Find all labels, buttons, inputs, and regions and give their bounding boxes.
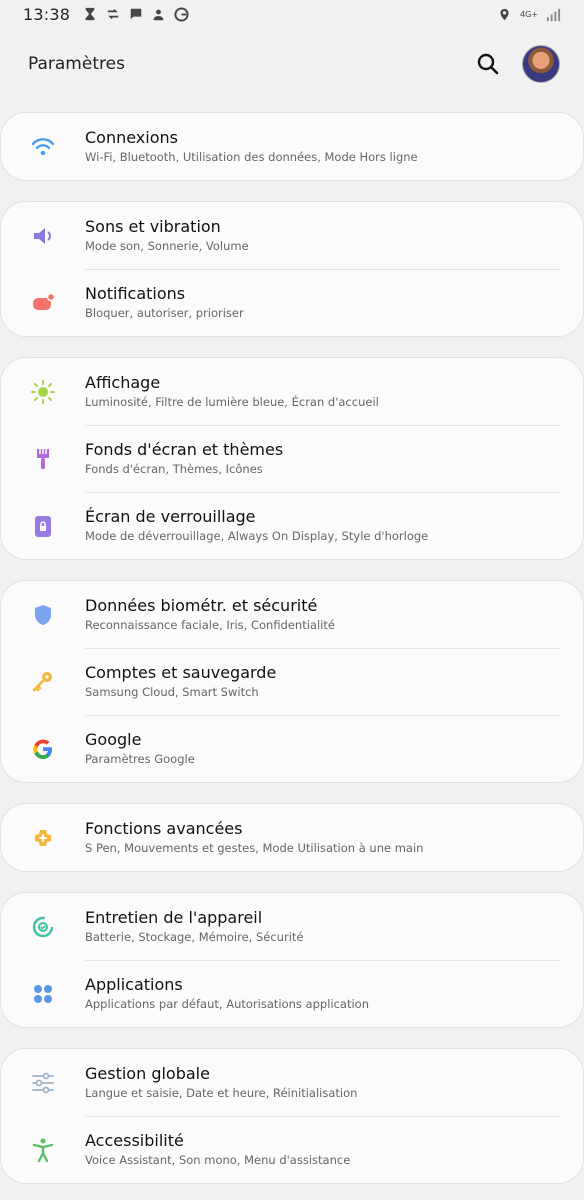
settings-item-subtitle: Luminosité, Filtre de lumière bleue, Écr… xyxy=(85,395,379,409)
settings-item-subtitle: Fonds d'écran, Thèmes, Icônes xyxy=(85,462,263,476)
settings-item-comptes-et-sauvegarde[interactable]: Comptes et sauvegarde Samsung Cloud, Smar… xyxy=(1,648,583,715)
volume-icon xyxy=(1,223,85,249)
settings-item-text: Sons et vibration Mode son, Sonnerie, Vol… xyxy=(85,217,249,254)
network-type: 4G+ xyxy=(520,9,538,19)
settings-item-text: Fonctions avancées S Pen, Mouvements et g… xyxy=(85,819,423,856)
settings-item-applications[interactable]: Applications Applications par défaut, Aut… xyxy=(1,960,583,1027)
settings-item-text: Affichage Luminosité, Filtre de lumière b… xyxy=(85,373,379,410)
settings-item-connexions[interactable]: Connexions Wi-Fi, Bluetooth, Utilisation … xyxy=(1,113,583,180)
app-header: Paramètres xyxy=(0,32,584,96)
settings-item-subtitle: Batterie, Stockage, Mémoire, Sécurité xyxy=(85,930,304,944)
settings-item-fonctions-avancees[interactable]: Fonctions avancées S Pen, Mouvements et g… xyxy=(1,804,583,871)
settings-item-title: Écran de verrouillage xyxy=(85,507,256,526)
settings-item-text: Applications Applications par défaut, Aut… xyxy=(85,975,369,1012)
sync-icon xyxy=(105,7,120,22)
settings-item-google[interactable]: Google Paramètres Google xyxy=(1,715,583,782)
settings-item-text: Accessibilité Voice Assistant, Son mono, … xyxy=(85,1131,350,1168)
settings-item-title: Accessibilité xyxy=(85,1131,184,1150)
settings-group: Sons et vibration Mode son, Sonnerie, Vol… xyxy=(0,201,584,337)
wifi-icon xyxy=(1,134,85,160)
settings-item-title: Fonds d'écran et thèmes xyxy=(85,440,284,459)
settings-item-title: Google xyxy=(85,730,142,749)
settings-item-subtitle: Reconnaissance faciale, Iris, Confidenti… xyxy=(85,618,335,632)
settings-item-text: Fonds d'écran et thèmes Fonds d'écran, Th… xyxy=(85,440,283,477)
search-icon[interactable] xyxy=(476,52,500,76)
settings-item-text: Gestion globale Langue et saisie, Date et… xyxy=(85,1064,357,1101)
status-bar: 13:38 4G+ xyxy=(0,0,584,28)
settings-item-title: Comptes et sauvegarde xyxy=(85,663,277,682)
settings-item-title: Connexions xyxy=(85,128,178,147)
settings-item-text: Google Paramètres Google xyxy=(85,730,195,767)
apps-icon xyxy=(1,981,85,1007)
settings-item-title: Affichage xyxy=(85,373,161,392)
settings-item-subtitle: Applications par défaut, Autorisations a… xyxy=(85,997,369,1011)
settings-item-subtitle: Langue et saisie, Date et heure, Réiniti… xyxy=(85,1086,358,1100)
sliders-icon xyxy=(1,1070,85,1096)
settings-group: Fonctions avancées S Pen, Mouvements et g… xyxy=(0,803,584,872)
settings-item-title: Entretien de l'appareil xyxy=(85,908,263,927)
signal-icon xyxy=(546,7,561,22)
gear-plus-icon xyxy=(1,825,85,851)
settings-group: Affichage Luminosité, Filtre de lumière b… xyxy=(0,357,584,560)
settings-item-gestion-globale[interactable]: Gestion globale Langue et saisie, Date et… xyxy=(1,1049,583,1116)
settings-item-title: Notifications xyxy=(85,284,186,303)
settings-item-text: Notifications Bloquer, autoriser, prioris… xyxy=(85,284,244,321)
accessibility-icon xyxy=(1,1137,85,1163)
hourglass-icon xyxy=(82,7,97,22)
settings-group: Entretien de l'appareil Batterie, Stockag… xyxy=(0,892,584,1028)
settings-item-entretien-de-l-appareil[interactable]: Entretien de l'appareil Batterie, Stockag… xyxy=(1,893,583,960)
settings-group: Connexions Wi-Fi, Bluetooth, Utilisation … xyxy=(0,112,584,181)
settings-item-title: Sons et vibration xyxy=(85,217,221,236)
brightness-icon xyxy=(1,379,85,405)
person-icon xyxy=(151,7,166,22)
shield-icon xyxy=(1,602,85,628)
paintbrush-icon xyxy=(1,446,85,472)
settings-item-subtitle: Wi-Fi, Bluetooth, Utilisation des donnée… xyxy=(85,150,418,164)
settings-item-subtitle: S Pen, Mouvements et gestes, Mode Utilis… xyxy=(85,841,424,855)
settings-item-subtitle: Mode de déverrouillage, Always On Displa… xyxy=(85,529,429,543)
device-care-icon xyxy=(1,914,85,940)
avatar[interactable] xyxy=(522,45,560,83)
status-time: 13:38 xyxy=(23,4,71,24)
settings-item-donnees-biometr-et-securite[interactable]: Données biométr. et sécurité Reconnaissan… xyxy=(1,581,583,648)
settings-item-title: Applications xyxy=(85,975,183,994)
app-g-icon xyxy=(174,6,189,22)
key-icon xyxy=(1,669,85,695)
message-icon xyxy=(128,7,143,22)
page-title: Paramètres xyxy=(28,54,125,74)
settings-item-subtitle: Mode son, Sonnerie, Volume xyxy=(85,239,249,253)
settings-item-subtitle: Voice Assistant, Son mono, Menu d'assist… xyxy=(85,1153,351,1167)
location-icon xyxy=(497,7,512,22)
notification-icon xyxy=(1,290,85,316)
settings-item-sons-et-vibration[interactable]: Sons et vibration Mode son, Sonnerie, Vol… xyxy=(1,202,583,269)
settings-item-text: Écran de verrouillage Mode de déverrouill… xyxy=(85,507,428,544)
settings-item-title: Gestion globale xyxy=(85,1064,210,1083)
settings-item-subtitle: Samsung Cloud, Smart Switch xyxy=(85,685,259,699)
settings-item-subtitle: Bloquer, autoriser, prioriser xyxy=(85,306,244,320)
settings-item-text: Connexions Wi-Fi, Bluetooth, Utilisation … xyxy=(85,128,418,165)
settings-item-notifications[interactable]: Notifications Bloquer, autoriser, prioris… xyxy=(1,269,583,336)
settings-item-text: Entretien de l'appareil Batterie, Stockag… xyxy=(85,908,303,945)
google-icon xyxy=(1,736,85,762)
settings-item-title: Données biométr. et sécurité xyxy=(85,596,318,615)
settings-item-subtitle: Paramètres Google xyxy=(85,752,195,766)
settings-item-text: Données biométr. et sécurité Reconnaissan… xyxy=(85,596,335,633)
settings-item-ecran-de-verrouillage[interactable]: Écran de verrouillage Mode de déverrouill… xyxy=(1,492,583,559)
settings-group: Données biométr. et sécurité Reconnaissan… xyxy=(0,580,584,783)
settings-item-text: Comptes et sauvegarde Samsung Cloud, Smar… xyxy=(85,663,276,700)
settings-item-affichage[interactable]: Affichage Luminosité, Filtre de lumière b… xyxy=(1,358,583,425)
lock-icon xyxy=(1,513,85,539)
settings-item-accessibilite[interactable]: Accessibilité Voice Assistant, Son mono, … xyxy=(1,1116,583,1183)
settings-group: Gestion globale Langue et saisie, Date et… xyxy=(0,1048,584,1184)
settings-item-title: Fonctions avancées xyxy=(85,819,243,838)
settings-list: Connexions Wi-Fi, Bluetooth, Utilisation … xyxy=(0,96,584,1184)
settings-item-fonds-d-ecran-et-themes[interactable]: Fonds d'écran et thèmes Fonds d'écran, Th… xyxy=(1,425,583,492)
